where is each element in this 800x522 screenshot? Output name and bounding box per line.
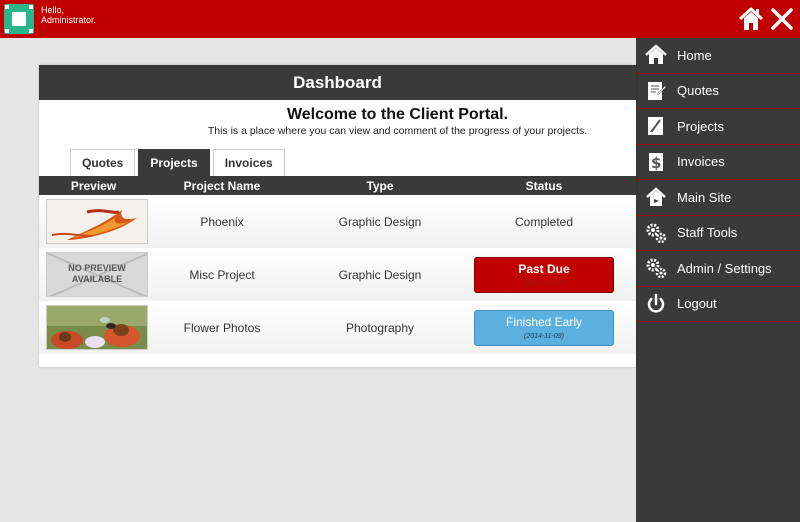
column-header-preview: Preview — [70, 179, 117, 193]
sidebar-item-label: Home — [677, 47, 712, 63]
status-text: Past Due — [518, 262, 570, 276]
project-name: Phoenix — [200, 214, 244, 229]
home-icon[interactable] — [738, 6, 764, 32]
table-header: Preview Project Name Type Status — [39, 176, 636, 195]
column-header-project-name: Project Name — [183, 179, 261, 193]
greeting-line1: Hello, — [41, 5, 65, 15]
flower-thumbnail — [46, 305, 148, 350]
welcome-heading: Welcome to the Client Portal. — [286, 106, 509, 123]
main-site-icon — [645, 186, 667, 208]
sidebar-item-label: Admin / Settings — [677, 260, 772, 276]
sidebar-item-staff-tools[interactable]: Staff Tools — [636, 216, 800, 251]
quotes-icon — [645, 80, 667, 102]
status-date: (2014-11-15) — [524, 280, 564, 287]
projects-icon — [645, 115, 667, 137]
project-name: Flower Photos — [183, 320, 261, 335]
greeting-user: Administrator. — [41, 15, 97, 25]
sidebar-item-label: Quotes — [677, 83, 719, 99]
status-cell: Finished Early (2014-11-09) — [464, 301, 624, 354]
status-date: (2014-11-09) — [524, 333, 564, 340]
project-type: Graphic Design — [338, 267, 422, 282]
app-logo — [4, 4, 34, 34]
tab-invoices[interactable]: Invoices — [212, 149, 285, 176]
dashboard-title: Dashboard — [39, 65, 636, 100]
sidebar-item-admin-settings[interactable]: Admin / Settings — [636, 251, 800, 287]
tab-projects[interactable]: Projects — [138, 149, 210, 176]
column-header-status: Status — [525, 179, 563, 193]
svg-text:$: $ — [651, 154, 661, 172]
gears-icon — [645, 257, 667, 279]
sidebar-menu: Home Quotes Projects $ Invoices Main Sit… — [636, 38, 800, 522]
sidebar-item-invoices[interactable]: $ Invoices — [636, 145, 800, 180]
home-icon — [645, 44, 667, 66]
gears-icon — [645, 222, 667, 244]
project-type: Graphic Design — [338, 214, 422, 229]
tab-bar: Quotes Projects Invoices — [70, 149, 288, 176]
welcome-subtext: This is a place where you can view and c… — [207, 125, 588, 137]
status-text: Completed — [514, 214, 574, 229]
sidebar-item-main-site[interactable]: Main Site — [636, 180, 800, 216]
project-type: Photography — [345, 320, 415, 335]
greeting: Hello, Administrator. — [41, 5, 96, 25]
status-cell: Past Due (2014-11-15) — [464, 248, 624, 301]
sidebar-item-logout[interactable]: Logout — [636, 287, 800, 322]
table-row[interactable]: NO PREVIEW AVAILABLE Misc Project Graphi… — [39, 248, 636, 301]
sidebar-item-label: Projects — [677, 118, 724, 134]
sidebar-item-home[interactable]: Home — [636, 38, 800, 74]
sidebar-item-projects[interactable]: Projects — [636, 109, 800, 145]
status-text: Finished Early — [505, 315, 583, 329]
invoices-icon: $ — [645, 151, 667, 173]
no-preview-thumbnail: NO PREVIEW AVAILABLE — [46, 252, 148, 297]
column-header-type: Type — [366, 179, 394, 193]
close-icon[interactable] — [770, 7, 794, 31]
sidebar-item-label: Logout — [677, 296, 717, 312]
status-badge: Past Due (2014-11-15) — [474, 256, 614, 293]
no-preview-text: NO PREVIEW AVAILABLE — [68, 263, 126, 284]
sidebar-item-label: Staff Tools — [677, 225, 738, 241]
tab-quotes[interactable]: Quotes — [70, 149, 136, 176]
status-badge: Finished Early (2014-11-09) — [474, 309, 614, 346]
table-row[interactable]: Flower Photos Photography Finished Early… — [39, 301, 636, 354]
sidebar-item-label: Invoices — [677, 154, 725, 170]
top-bar: Hello, Administrator. — [0, 0, 800, 38]
table-row[interactable]: Phoenix Graphic Design Completed — [39, 195, 636, 248]
power-icon — [645, 293, 667, 315]
phoenix-thumbnail — [46, 199, 148, 244]
project-name: Misc Project — [189, 267, 255, 282]
sidebar-item-quotes[interactable]: Quotes — [636, 74, 800, 109]
sidebar-item-label: Main Site — [677, 189, 732, 205]
dashboard-panel: Dashboard Welcome to the Client Portal. … — [39, 65, 636, 367]
